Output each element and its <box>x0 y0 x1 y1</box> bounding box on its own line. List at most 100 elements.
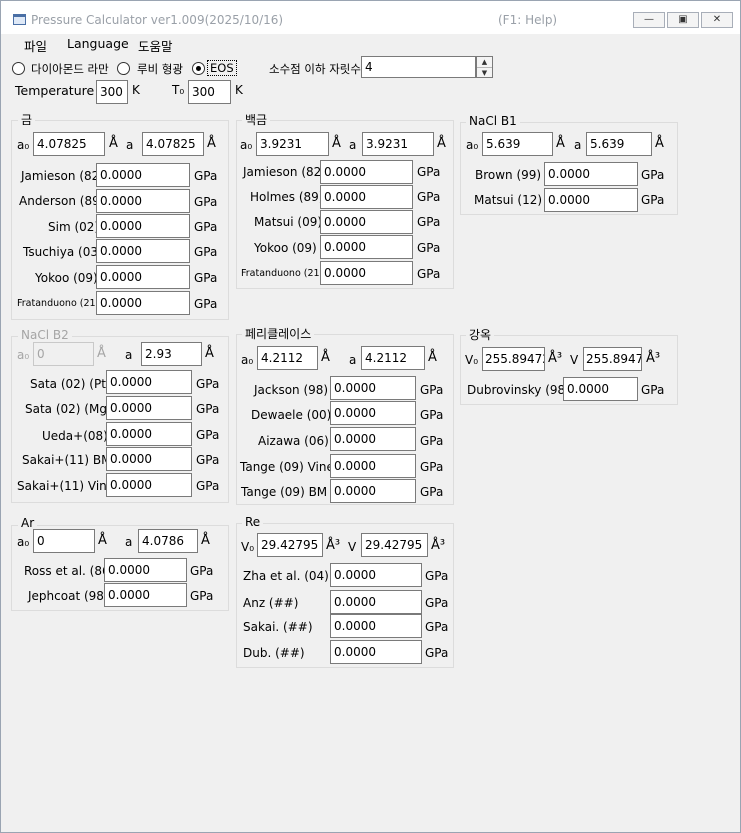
platinum-row-unit: GPa <box>417 241 441 255</box>
menu-help[interactable]: 도움말 <box>138 36 173 55</box>
periclase-row-name: Tange (09) BM <box>241 485 328 499</box>
radio-ruby-fluorescence[interactable] <box>117 62 130 75</box>
temperature-unit: K <box>132 83 140 97</box>
radio-diamond-raman-label[interactable]: 다이아몬드 라만 <box>31 61 109 77</box>
temperature-label: Temperature <box>15 83 95 98</box>
corundum-v0-input[interactable]: 255.89472 <box>482 347 545 371</box>
gold-row-value[interactable]: 0.0000 <box>96 291 190 315</box>
rhenium-row-value[interactable]: 0.0000 <box>330 614 422 638</box>
menu-language[interactable]: Language <box>67 36 129 51</box>
rhenium-v-input[interactable]: 29.42795 <box>361 533 428 557</box>
maximize-button[interactable]: ▣ <box>667 12 699 28</box>
gold-row-value[interactable]: 0.0000 <box>96 214 190 238</box>
spin-up-icon[interactable]: ▲ <box>477 57 492 68</box>
platinum-row-value[interactable]: 0.0000 <box>320 185 413 209</box>
nacl-b1-row-value[interactable]: 0.0000 <box>544 162 638 186</box>
app-window-icon <box>13 14 26 25</box>
nacl-b2-row-unit: GPa <box>196 428 220 442</box>
nacl-b1-row-value[interactable]: 0.0000 <box>544 188 638 212</box>
radio-ruby-fluorescence-label[interactable]: 루비 형광 <box>137 61 183 77</box>
t0-label: T₀ <box>172 83 185 97</box>
group-rhenium-title: Re <box>242 515 264 529</box>
argon-a0-input[interactable]: 0 <box>33 529 95 553</box>
platinum-row-value[interactable]: 0.0000 <box>320 160 413 184</box>
temperature-input[interactable]: 300 <box>96 80 128 104</box>
periclase-row-name: Aizawa (06) <box>258 434 329 448</box>
nacl-b2-row-value[interactable]: 0.0000 <box>106 396 192 420</box>
gold-row-value[interactable]: 0.0000 <box>96 163 190 187</box>
gold-row-value[interactable]: 0.0000 <box>96 239 190 263</box>
nacl-b2-row-value[interactable]: 0.0000 <box>106 473 192 497</box>
argon-row-value[interactable]: 0.0000 <box>104 558 187 582</box>
gold-row-unit: GPa <box>194 169 218 183</box>
argon-row-unit: GPa <box>190 589 214 603</box>
platinum-row-value[interactable]: 0.0000 <box>320 261 413 285</box>
rhenium-row-value[interactable]: 0.0000 <box>330 563 422 587</box>
periclase-a-label: a <box>349 353 357 367</box>
nacl-b2-row-value[interactable]: 0.0000 <box>106 422 192 446</box>
platinum-row-value[interactable]: 0.0000 <box>320 210 413 234</box>
rhenium-row-name: Anz (##) <box>243 596 299 610</box>
gold-a0-input[interactable]: 4.07825 <box>33 132 105 156</box>
platinum-row-value[interactable]: 0.0000 <box>320 235 413 259</box>
platinum-a-label: a <box>349 138 357 152</box>
periclase-row-value[interactable]: 0.0000 <box>330 427 416 451</box>
argon-row-value[interactable]: 0.0000 <box>104 583 187 607</box>
platinum-row-name: Matsui (09) <box>254 215 323 229</box>
minimize-button[interactable]: — <box>633 12 665 28</box>
periclase-a0-label: a₀ <box>241 353 254 367</box>
t0-unit: K <box>235 83 243 97</box>
periclase-row-unit: GPa <box>420 408 444 422</box>
periclase-row-value[interactable]: 0.0000 <box>330 479 416 503</box>
menu-file[interactable]: 파일 <box>24 36 47 55</box>
periclase-row-value[interactable]: 0.0000 <box>330 376 416 400</box>
platinum-a-input[interactable]: 3.9231 <box>362 132 434 156</box>
gold-a-input[interactable]: 4.07825 <box>142 132 204 156</box>
nacl-b2-row-unit: GPa <box>196 402 220 416</box>
gold-row-value[interactable]: 0.0000 <box>96 189 190 213</box>
nacl-b1-a-input[interactable]: 5.639 <box>586 132 652 156</box>
nacl-b2-row-value[interactable]: 0.0000 <box>106 370 192 394</box>
nacl-b2-row-value[interactable]: 0.0000 <box>106 447 192 471</box>
decimals-input[interactable]: 4 <box>361 56 476 78</box>
nacl-b1-a0-unit: Å <box>556 136 565 151</box>
t0-input[interactable]: 300 <box>188 80 231 104</box>
close-icon: ✕ <box>712 14 722 25</box>
nacl-b1-a0-label: a₀ <box>466 138 479 152</box>
radio-diamond-raman[interactable] <box>12 62 25 75</box>
gold-row-value[interactable]: 0.0000 <box>96 265 190 289</box>
corundum-row-unit: GPa <box>641 383 665 397</box>
nacl-b2-row-name: Sata (02) (Pt) <box>30 377 111 391</box>
nacl-b2-a-input[interactable]: 2.93 <box>141 342 202 366</box>
corundum-row-value[interactable]: 0.0000 <box>563 377 638 401</box>
platinum-a0-input[interactable]: 3.9231 <box>256 132 329 156</box>
decimals-spinner[interactable]: ▲ ▼ <box>476 56 493 78</box>
periclase-a-input[interactable]: 4.2112 <box>361 346 425 370</box>
gold-row-unit: GPa <box>194 271 218 285</box>
rhenium-row-value[interactable]: 0.0000 <box>330 590 422 614</box>
periclase-a0-input[interactable]: 4.2112 <box>257 346 318 370</box>
platinum-row-unit: GPa <box>417 190 441 204</box>
periclase-row-unit: GPa <box>420 383 444 397</box>
title-bar[interactable]: Pressure Calculator ver1.009(2025/10/16)… <box>1 1 740 34</box>
close-button[interactable]: ✕ <box>701 12 733 28</box>
nacl-b2-row-unit: GPa <box>196 453 220 467</box>
periclase-row-value[interactable]: 0.0000 <box>330 401 416 425</box>
corundum-v-input[interactable]: 255.8947 <box>583 347 642 371</box>
group-gold-title: 금 <box>18 111 36 128</box>
radio-eos[interactable] <box>192 62 205 75</box>
spin-down-icon[interactable]: ▼ <box>477 68 492 78</box>
maximize-icon: ▣ <box>678 14 688 25</box>
nacl-b1-a0-input[interactable]: 5.639 <box>482 132 553 156</box>
rhenium-row-value[interactable]: 0.0000 <box>330 640 422 664</box>
rhenium-v0-input[interactable]: 29.42795 <box>257 533 323 557</box>
nacl-b1-row-unit: GPa <box>641 168 665 182</box>
periclase-row-value[interactable]: 0.0000 <box>330 454 416 478</box>
radio-eos-label[interactable]: EOS <box>207 60 237 76</box>
argon-row-unit: GPa <box>190 564 214 578</box>
gold-row-unit: GPa <box>194 220 218 234</box>
argon-a-input[interactable]: 4.0786 <box>138 529 198 553</box>
gold-row-unit: GPa <box>194 195 218 209</box>
group-platinum-title: 백금 <box>242 111 271 128</box>
nacl-b2-a0-input[interactable]: 0 <box>33 342 94 366</box>
